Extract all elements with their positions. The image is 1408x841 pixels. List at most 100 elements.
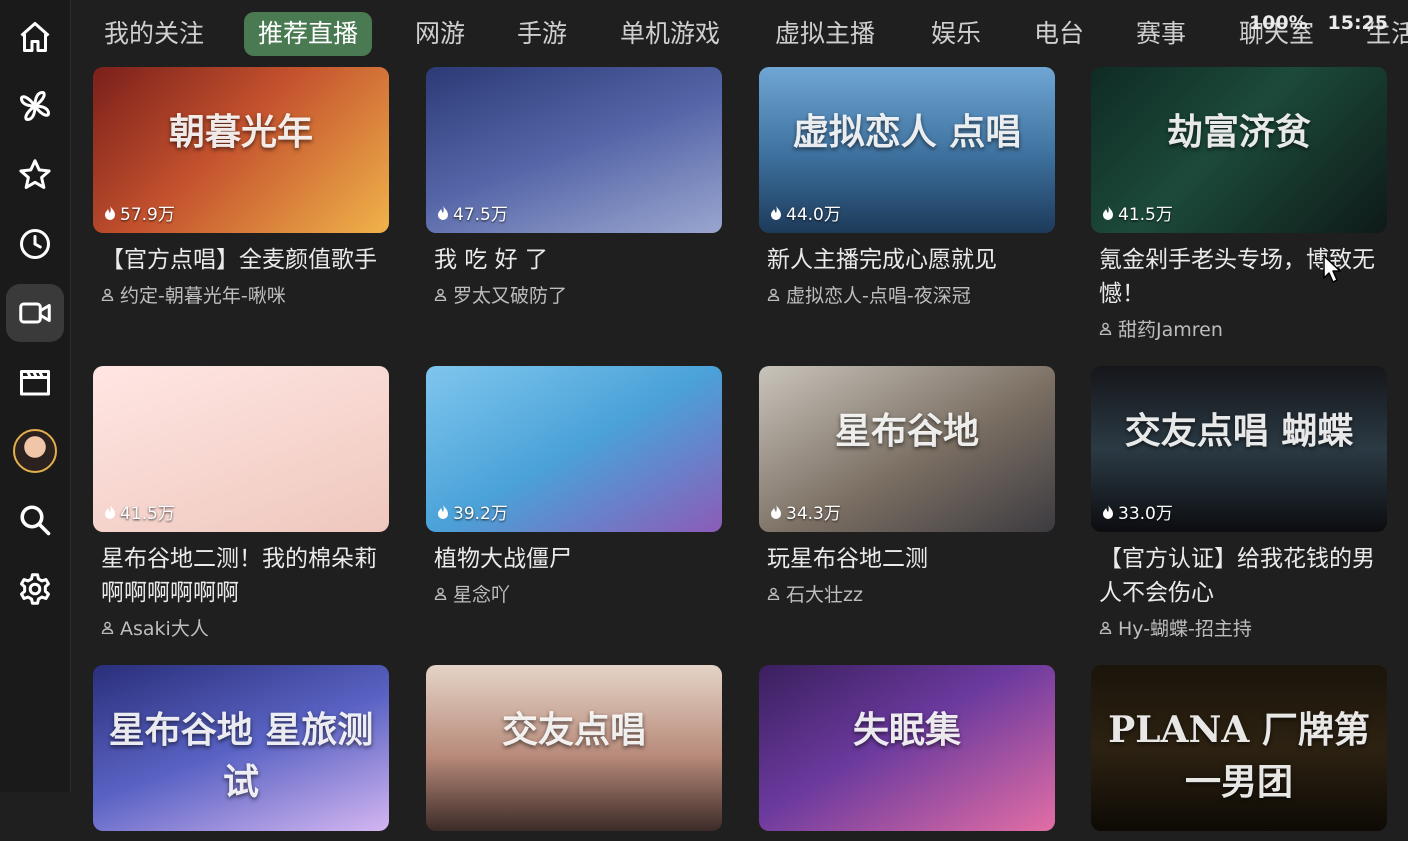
streamer-name: 甜药Jamren xyxy=(1118,319,1223,341)
stream-title: 我 吃 好 了 xyxy=(434,247,548,273)
viewer-count-value: 44.0万 xyxy=(786,205,841,225)
stream-title: 植物大战僵尸 xyxy=(434,546,572,572)
stream-title: 【官方点唱】全麦颜值歌手 xyxy=(101,247,377,273)
tab-entertainment[interactable]: 娱乐 xyxy=(931,12,981,56)
tab-single-player-games[interactable]: 单机游戏 xyxy=(620,12,720,56)
streamer-name: 罗太又破防了 xyxy=(453,285,568,307)
live-card[interactable]: 41.5万星布谷地二测！我的棉朵莉啊啊啊啊啊啊 Asaki大人 xyxy=(93,366,389,641)
thumbnail-caption: 星布谷地 星旅测试 xyxy=(108,709,374,803)
live-card[interactable]: 朝暮光年 57.9万【官方点唱】全麦颜值歌手约定-朝暮光年-啾咪 xyxy=(93,67,389,308)
stream-title: 玩星布谷地二测 xyxy=(767,546,928,572)
stream-title: 星布谷地二测！我的棉朵莉啊啊啊啊啊啊 xyxy=(101,546,377,606)
streamer: Asaki大人 xyxy=(93,614,389,641)
sidebar-item-favorites[interactable] xyxy=(6,146,64,204)
video-camera-icon xyxy=(19,302,51,324)
tab-online-games[interactable]: 网游 xyxy=(415,12,465,56)
live-card[interactable]: 星布谷地 星旅测试 xyxy=(93,665,389,841)
streamer-name: 石大壮zz xyxy=(786,584,863,606)
battery-level: 100% xyxy=(1248,12,1308,34)
film-icon xyxy=(20,370,50,396)
thumbnail-caption: 失眠集 xyxy=(852,709,961,751)
star-icon xyxy=(19,159,51,189)
streamer-name: Hy-蝴蝶-招主持 xyxy=(1118,618,1252,640)
viewer-count: 41.5万 xyxy=(1101,200,1173,225)
fire-icon xyxy=(438,504,448,519)
tab-recommended[interactable]: 推荐直播 xyxy=(244,12,373,56)
sidebar-item-home[interactable] xyxy=(6,8,64,66)
stream-title: 【官方认证】给我花钱的男人不会伤心 xyxy=(1099,546,1375,606)
search-icon xyxy=(20,505,51,536)
sidebar xyxy=(0,0,71,792)
status-bar: 100% 15:25 xyxy=(1249,12,1388,34)
live-card[interactable]: 失眠集 xyxy=(759,665,1055,841)
person-icon xyxy=(1099,322,1112,335)
tab-mobile-games[interactable]: 手游 xyxy=(517,12,567,56)
live-card[interactable]: 劫富济贫 41.5万 氪金剁手老头专场，博致无憾！ 甜药Jamren xyxy=(1091,67,1387,342)
person-icon xyxy=(1099,621,1112,634)
stream-thumbnail: 虚拟恋人 点唱 44.0万 xyxy=(759,67,1055,233)
mouse-cursor-icon xyxy=(1323,255,1341,283)
clock-time: 15:25 xyxy=(1327,12,1388,34)
stream-thumbnail: 41.5万 xyxy=(93,366,389,532)
streamer: 虚拟恋人-点唱-夜深冠 xyxy=(759,281,1055,308)
stream-thumbnail: 交友点唱 xyxy=(426,665,722,831)
streamer-name: 约定-朝暮光年-啾咪 xyxy=(120,285,286,307)
viewer-count-value: 41.5万 xyxy=(1118,205,1173,225)
live-card[interactable]: 虚拟恋人 点唱 44.0万新人主播完成心愿就见虚拟恋人-点唱-夜深冠 xyxy=(759,67,1055,308)
streamer: 星念吖 xyxy=(426,580,722,607)
viewer-count: 44.0万 xyxy=(769,200,841,225)
person-icon xyxy=(434,288,447,301)
live-card[interactable]: PLANA 厂牌第一男团 xyxy=(1091,665,1387,841)
thumbnail-caption: 劫富济贫 xyxy=(1166,111,1311,153)
stream-thumbnail: 星布谷地 34.3万 xyxy=(759,366,1055,532)
live-card[interactable]: 星布谷地 34.3万玩星布谷地二测石大壮zz xyxy=(759,366,1055,607)
thumbnail-caption: PLANA 厂牌第一男团 xyxy=(1108,709,1370,803)
stream-thumbnail: 39.2万 xyxy=(426,366,722,532)
thumbnail-caption: 朝暮光年 xyxy=(168,111,313,153)
sidebar-item-settings[interactable] xyxy=(6,560,64,618)
live-card[interactable]: 39.2万植物大战僵尸星念吖 xyxy=(426,366,722,607)
live-card[interactable]: 交友点唱 蝴蝶 33.0万 【官方认证】给我花钱的男人不会伤心 Hy-蝴蝶-招主持 xyxy=(1091,366,1387,641)
sidebar-item-history[interactable] xyxy=(6,215,64,273)
person-icon xyxy=(101,621,114,634)
tab-virtual-streamers[interactable]: 虚拟主播 xyxy=(775,12,875,56)
fire-icon xyxy=(1103,504,1113,519)
streamer: 甜药Jamren xyxy=(1091,315,1387,342)
sidebar-item-live[interactable] xyxy=(6,284,64,342)
sidebar-item-profile[interactable] xyxy=(6,422,64,480)
sidebar-item-videos[interactable] xyxy=(6,353,64,411)
streamer-name: 星念吖 xyxy=(453,584,511,606)
streamer-name: Asaki大人 xyxy=(120,618,209,640)
tab-esports[interactable]: 赛事 xyxy=(1136,12,1186,56)
person-icon xyxy=(767,288,780,301)
tab-following[interactable]: 我的关注 xyxy=(104,12,204,56)
stream-thumbnail: 劫富济贫 41.5万 xyxy=(1091,67,1387,233)
thumbnail-caption: 虚拟恋人 点唱 xyxy=(792,111,1022,153)
streamer: 石大壮zz xyxy=(759,580,1055,607)
stream-title: 新人主播完成心愿就见 xyxy=(767,247,997,273)
home-icon xyxy=(20,22,50,52)
viewer-count-value: 39.2万 xyxy=(453,504,508,524)
fire-icon xyxy=(771,504,781,519)
pinwheel-icon xyxy=(20,91,50,121)
live-card[interactable]: 交友点唱 xyxy=(426,665,722,841)
tab-radio[interactable]: 电台 xyxy=(1034,12,1084,56)
clock-icon xyxy=(20,229,50,259)
thumbnail-caption: 交友点唱 蝴蝶 xyxy=(1124,410,1354,452)
viewer-count: 41.5万 xyxy=(103,499,175,524)
category-tabs: 我的关注 推荐直播 网游 手游 单机游戏 虚拟主播 娱乐 电台 赛事 聊天室 生… xyxy=(70,0,1408,67)
person-icon xyxy=(767,587,780,600)
fire-icon xyxy=(1103,205,1113,220)
live-card[interactable]: 47.5万我 吃 好 了罗太又破防了 xyxy=(426,67,722,308)
avatar xyxy=(13,429,57,473)
fire-icon xyxy=(438,205,448,220)
sidebar-item-search[interactable] xyxy=(6,491,64,549)
streamer: 罗太又破防了 xyxy=(426,281,722,308)
sidebar-item-discover[interactable] xyxy=(6,77,64,135)
viewer-count: 39.2万 xyxy=(436,499,508,524)
stream-thumbnail: 失眠集 xyxy=(759,665,1055,831)
thumbnail-caption: 交友点唱 xyxy=(501,709,646,751)
stream-thumbnail: PLANA 厂牌第一男团 xyxy=(1091,665,1387,831)
viewer-count: 47.5万 xyxy=(436,200,508,225)
viewer-count-value: 57.9万 xyxy=(120,205,175,225)
